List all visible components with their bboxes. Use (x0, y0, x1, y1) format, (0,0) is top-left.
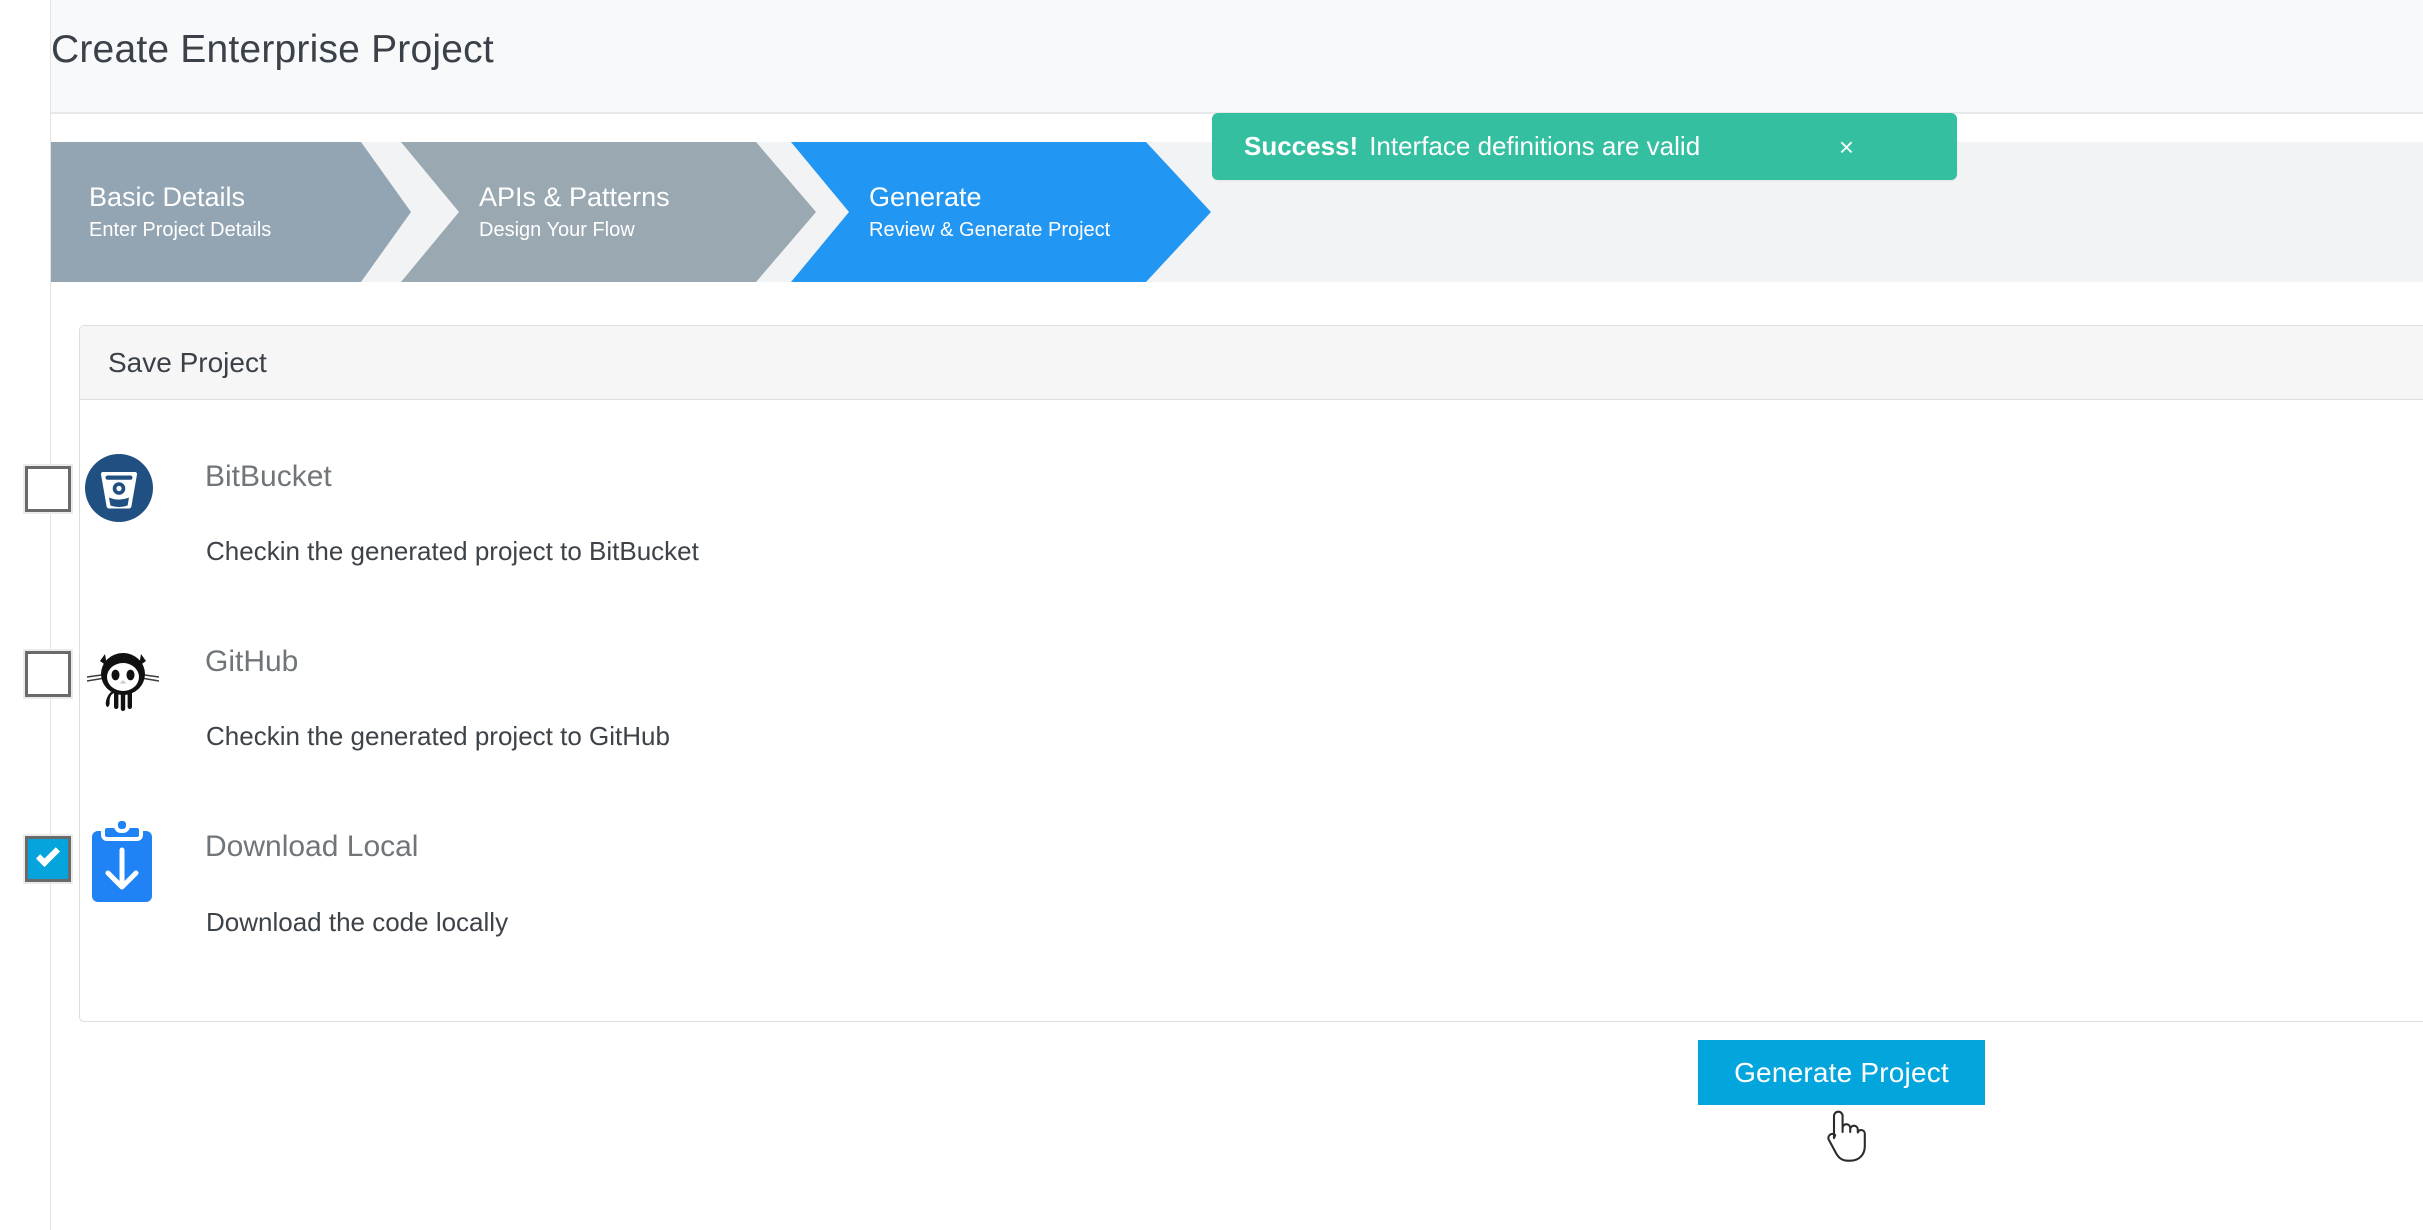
checkbox-download-local[interactable] (23, 834, 73, 884)
option-description-bitbucket: Checkin the generated project to BitBuck… (206, 536, 699, 566)
checkbox-github[interactable] (23, 649, 73, 699)
option-description-download-local: Download the code locally (206, 907, 509, 937)
wizard-step-apis-patterns[interactable]: APIs & Patterns Design Your Flow (401, 142, 816, 282)
checkbox-bitbucket[interactable] (23, 464, 73, 514)
app-root: Create Enterprise Project Basic Details … (0, 0, 2423, 1230)
page-header: Create Enterprise Project (51, 0, 2423, 114)
github-octocat-icon (83, 634, 163, 719)
option-title-download-local: Download Local (205, 830, 419, 863)
step-shape (791, 142, 1211, 282)
alert-strong-label: Success! (1244, 131, 1359, 161)
success-alert: Success! Interface definitions are valid… (1212, 113, 1957, 180)
clipboard-download-icon (83, 817, 161, 909)
option-title-github: GitHub (205, 645, 299, 678)
option-title-bitbucket: BitBucket (205, 460, 332, 493)
panel-heading: Save Project (108, 346, 267, 378)
generate-project-button[interactable]: Generate Project (1698, 1040, 1985, 1105)
alert-close-icon[interactable]: × (1831, 130, 1862, 164)
page-title: Create Enterprise Project (51, 28, 494, 71)
step-shape (401, 142, 816, 282)
alert-message: Interface definitions are valid (1369, 131, 1701, 161)
step-shape (51, 142, 411, 282)
option-description-github: Checkin the generated project to GitHub (206, 721, 670, 751)
panel-header: Save Project (80, 326, 2423, 400)
bitbucket-icon (83, 452, 155, 529)
checkmark-icon (35, 842, 61, 868)
wizard-step-generate[interactable]: Generate Review & Generate Project (791, 142, 1211, 282)
wizard-step-basic-details[interactable]: Basic Details Enter Project Details (51, 142, 411, 282)
pointing-hand-cursor (1822, 1108, 1868, 1164)
